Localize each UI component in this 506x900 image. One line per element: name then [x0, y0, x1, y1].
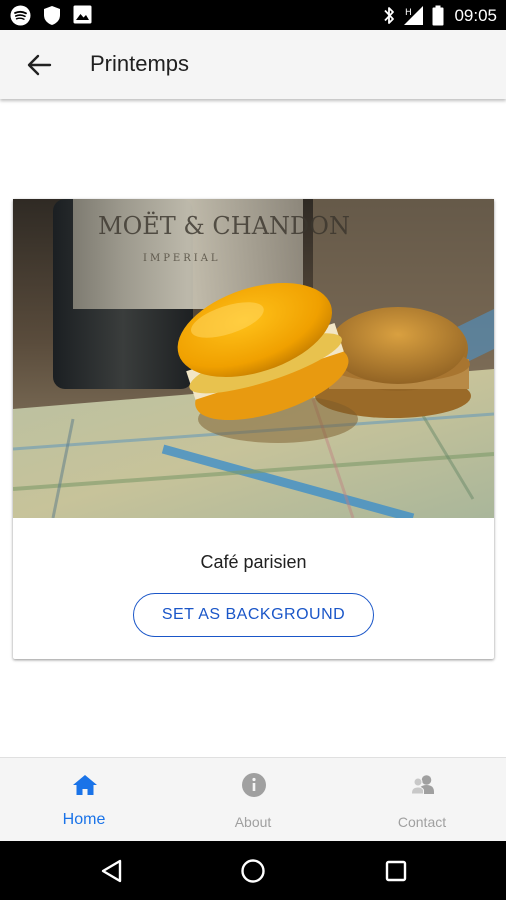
card-title: Café parisien — [200, 552, 307, 572]
status-bar: H 09:05 — [0, 0, 506, 30]
contact-icon — [411, 775, 434, 795]
shield-icon — [44, 6, 60, 25]
bottom-navigation: Home About Contact — [0, 757, 506, 842]
arrow-back-icon — [27, 54, 52, 76]
clock: 09:05 — [454, 6, 497, 25]
system-navigation-bar — [0, 841, 506, 900]
battery-icon — [432, 5, 444, 26]
nav-item-home[interactable]: Home — [0, 758, 168, 842]
back-triangle-icon[interactable] — [98, 857, 126, 885]
image-icon — [73, 5, 92, 24]
nav-label-about: About — [234, 814, 272, 830]
recents-square-icon[interactable] — [382, 857, 410, 885]
nav-item-contact[interactable]: Contact — [338, 758, 506, 842]
bluetooth-icon — [384, 7, 394, 24]
home-icon — [73, 775, 97, 795]
spotify-icon — [10, 5, 31, 26]
signal-h-icon: H — [404, 6, 423, 25]
macarons-photo[interactable]: MOËT & CHANDON IMPERIAL — [13, 199, 494, 518]
nav-label-home: Home — [62, 811, 106, 828]
nav-label-contact: Contact — [397, 814, 447, 830]
wallpaper-card: MOËT & CHANDON IMPERIAL Café parisien SE… — [13, 199, 494, 659]
svg-text:IMPERIAL: IMPERIAL — [143, 253, 221, 264]
nav-item-about[interactable]: About — [169, 758, 337, 842]
svg-text:MOËT & CHANDON: MOËT & CHANDON — [98, 211, 350, 240]
info-icon — [242, 773, 266, 797]
svg-text:H: H — [405, 8, 412, 18]
app-bar: Printemps — [0, 30, 506, 99]
set-as-background-button[interactable]: SET AS BACKGROUND — [133, 593, 374, 637]
page-title: Printemps — [90, 51, 190, 76]
home-circle-icon[interactable] — [239, 857, 267, 885]
back-button[interactable] — [22, 50, 56, 80]
